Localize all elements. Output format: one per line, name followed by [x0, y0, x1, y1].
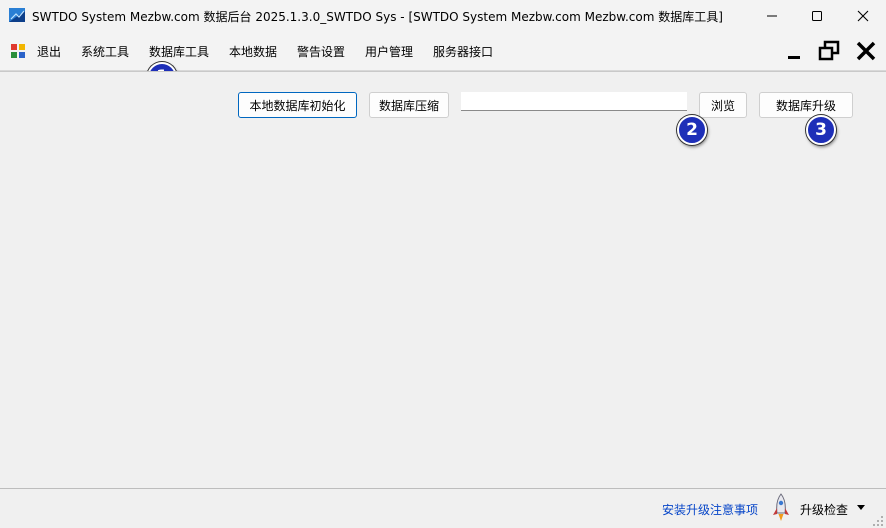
- dropdown-caret-icon[interactable]: [856, 502, 866, 512]
- menu-system-tools[interactable]: 系统工具: [81, 43, 129, 60]
- maximize-button[interactable]: [794, 0, 840, 32]
- mdi-restore-icon[interactable]: [818, 40, 840, 62]
- menu-local-data[interactable]: 本地数据: [229, 43, 277, 60]
- content-area: [0, 71, 886, 489]
- maximize-icon: [812, 11, 822, 21]
- upgrade-check-label[interactable]: 升级检查: [800, 501, 848, 518]
- title-bar: SWTDO System Mezbw.com 数据后台 2025.1.3.0_S…: [0, 0, 886, 32]
- close-button[interactable]: [840, 0, 886, 32]
- menu-server-interface[interactable]: 服务器接口: [433, 43, 493, 60]
- annotation-badge-2: 2: [677, 115, 707, 145]
- menu-user-management[interactable]: 用户管理: [365, 43, 413, 60]
- mdi-close-icon[interactable]: [855, 40, 877, 62]
- resize-grip-icon[interactable]: [872, 515, 884, 527]
- rocket-icon[interactable]: [771, 493, 791, 523]
- browse-button[interactable]: 浏览: [699, 92, 747, 118]
- close-icon: [857, 10, 869, 22]
- minimize-button[interactable]: [749, 0, 795, 32]
- annotation-badge-3: 3: [806, 115, 836, 145]
- menu-exit[interactable]: 退出: [37, 43, 61, 60]
- db-compress-button[interactable]: 数据库压缩: [369, 92, 449, 118]
- menu-alert-settings[interactable]: 警告设置: [297, 43, 345, 60]
- mdi-minimize-icon[interactable]: [783, 40, 805, 62]
- db-upgrade-button[interactable]: 数据库升级: [759, 92, 853, 118]
- form-icon: [11, 44, 25, 58]
- menu-bar: 退出 系统工具 数据库工具 本地数据 警告设置 用户管理 服务器接口: [0, 32, 886, 71]
- upgrade-notes-link[interactable]: 安装升级注意事项: [662, 501, 758, 518]
- window-title: SWTDO System Mezbw.com 数据后台 2025.1.3.0_S…: [32, 10, 723, 24]
- app-icon: [9, 8, 25, 22]
- minimize-icon: [767, 15, 777, 17]
- local-db-init-button[interactable]: 本地数据库初始化: [238, 92, 357, 118]
- db-path-input[interactable]: [461, 92, 687, 111]
- status-bar: 安装升级注意事项 升级检查: [0, 488, 886, 528]
- menu-database-tools[interactable]: 数据库工具: [149, 43, 209, 60]
